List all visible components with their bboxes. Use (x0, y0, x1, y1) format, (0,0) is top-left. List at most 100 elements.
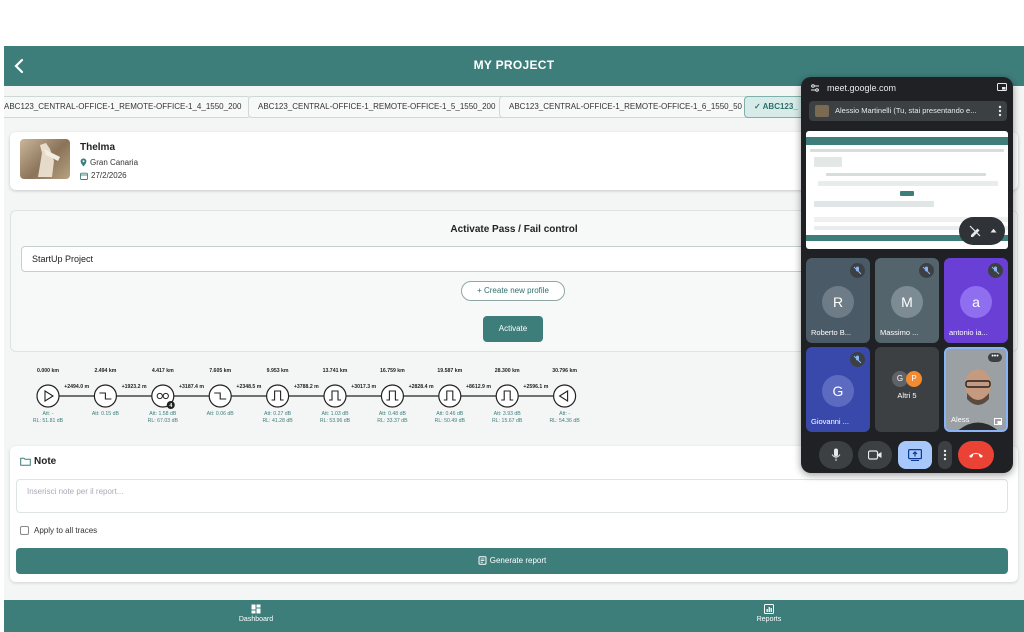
nav-dashboard[interactable]: Dashboard (216, 604, 296, 623)
tab-active-label: ABC123_ (762, 102, 798, 111)
event-attenuation: Att: 0.06 dB (207, 411, 235, 417)
self-video-tile[interactable]: ••• Aless (944, 347, 1008, 432)
more-vert-icon[interactable] (997, 104, 1003, 118)
event-attenuation: Att: 0.27 dB (264, 411, 292, 417)
generate-report-label: Generate report (489, 556, 547, 565)
present-button[interactable] (898, 441, 932, 469)
calendar-icon (80, 172, 88, 180)
span-length: +8612.9 m (466, 384, 491, 390)
apply-all-row[interactable]: Apply to all traces (20, 526, 97, 536)
nav-reports[interactable]: Reports (729, 604, 809, 623)
event-distance: 19.587 km (437, 368, 462, 374)
end-call-button[interactable] (958, 441, 994, 469)
meet-url: meet.google.com (827, 83, 897, 93)
event-badge-count: 4 (169, 403, 172, 409)
site-settings-icon[interactable] (810, 83, 820, 93)
presenter-avatar (815, 105, 829, 117)
event-distance: 28.300 km (495, 368, 520, 374)
participant-tile-more[interactable]: G P Altri 5 (875, 347, 939, 432)
dashboard-icon (251, 604, 261, 614)
event-attenuation: Att: 1.03 dB (321, 411, 349, 417)
create-profile-label: Create new profile (483, 286, 549, 295)
span-length: +2828.4 m (409, 384, 434, 390)
event-node (495, 384, 519, 408)
tab-trace-5[interactable]: ABC123_CENTRAL-OFFICE-1_REMOTE-OFFICE-1_… (248, 96, 506, 118)
participant-name: Giovanni ... (811, 417, 849, 426)
user-date: 27/2/2026 (91, 171, 127, 180)
mic-off-icon (850, 352, 865, 367)
mic-off-icon (919, 263, 934, 278)
span-length: +2494.0 m (64, 384, 89, 390)
preview-line (900, 191, 914, 196)
check-icon: ✓ (754, 102, 763, 111)
event-attenuation: Att: 3.93 dB (494, 411, 522, 417)
camera-icon (868, 450, 882, 460)
tile-more-icon[interactable]: ••• (988, 353, 1002, 362)
preview-line (814, 157, 842, 167)
user-location-row: Gran Canaria (80, 158, 138, 167)
generate-report-button[interactable]: Generate report (16, 548, 1008, 574)
event-attenuation: Att: 1.58 dB (149, 411, 177, 417)
meet-overlay: meet.google.com Alessio Martinelli (Tu, … (801, 77, 1013, 473)
event-attenuation: Att: 0.48 dB (379, 411, 407, 417)
reports-icon (764, 604, 774, 614)
participant-avatar: a (960, 286, 992, 318)
meet-url-bar: meet.google.com (801, 77, 1013, 99)
preview-line (818, 181, 998, 186)
event-distance: 30.796 km (552, 368, 577, 374)
plus-icon: + (477, 286, 484, 295)
folder-icon (20, 457, 31, 466)
note-input[interactable]: Inserisci note per il report... (16, 479, 1008, 513)
annotate-button[interactable] (959, 217, 1005, 245)
event-node (380, 384, 404, 408)
pen-off-icon (969, 225, 981, 237)
note-title: Note (34, 456, 57, 467)
event-distance: 9.953 km (267, 368, 289, 374)
create-profile-button[interactable]: + Create new profile (461, 281, 565, 301)
preview-line (826, 173, 986, 176)
event-reflectance: RL: 33.37 dB (377, 418, 408, 424)
mic-icon (831, 448, 841, 461)
span-length: +3017.3 m (351, 384, 376, 390)
event-reflectance: RL: 53.96 dB (320, 418, 351, 424)
event-node (323, 384, 347, 408)
participant-tile[interactable]: M Massimo ... (875, 258, 939, 343)
trace-events: 0.000 kmAtt: -RL: 51.81 dB2.494 kmAtt: 0… (33, 368, 580, 424)
event-distance: 4.417 km (152, 368, 174, 374)
event-node (36, 384, 60, 408)
more-avatar-p: P (906, 371, 922, 387)
mic-off-icon (988, 263, 1003, 278)
event-attenuation: Att: 0.46 dB (436, 411, 464, 417)
nav-reports-label: Reports (756, 616, 782, 623)
user-avatar (20, 139, 70, 179)
participant-avatar: R (822, 286, 854, 318)
page-title: MY PROJECT (473, 58, 555, 72)
participant-tile[interactable]: G Giovanni ... (806, 347, 870, 432)
event-node (552, 384, 577, 408)
event-distance: 0.000 km (37, 368, 59, 374)
event-distance: 2.494 km (94, 368, 116, 374)
presenting-text: Alessio Martinelli (Tu, stai presentando… (835, 106, 977, 115)
note-header: Note (20, 456, 56, 467)
camera-button[interactable] (858, 441, 892, 469)
activate-button[interactable]: Activate (483, 316, 543, 342)
participant-name: Roberto B... (811, 328, 852, 337)
pip-icon[interactable] (994, 418, 1002, 425)
span-length: +2596.1 m (523, 384, 548, 390)
event-node (266, 384, 290, 408)
hang-up-icon (969, 453, 983, 458)
participant-avatar: G (822, 375, 854, 407)
mic-button[interactable] (819, 441, 853, 469)
tab-trace-6[interactable]: ABC123_CENTRAL-OFFICE-1_REMOTE-OFFICE-1_… (499, 96, 752, 118)
present-screen-icon (908, 449, 922, 461)
participant-tile[interactable]: a antonio ia... (944, 258, 1008, 343)
span-length: +1923.2 m (122, 384, 147, 390)
return-to-tab-icon[interactable] (997, 83, 1007, 92)
event-attenuation: Att: 0.15 dB (92, 411, 120, 417)
tab-trace-4[interactable]: ABC123_CENTRAL-OFFICE-1_REMOTE-OFFICE-1_… (4, 96, 252, 118)
presenting-banner[interactable]: Alessio Martinelli (Tu, stai presentando… (809, 101, 1007, 121)
participant-name: Massimo ... (880, 328, 919, 337)
apply-all-checkbox[interactable] (20, 526, 29, 536)
participant-tile[interactable]: R Roberto B... (806, 258, 870, 343)
more-options-button[interactable] (938, 441, 952, 469)
